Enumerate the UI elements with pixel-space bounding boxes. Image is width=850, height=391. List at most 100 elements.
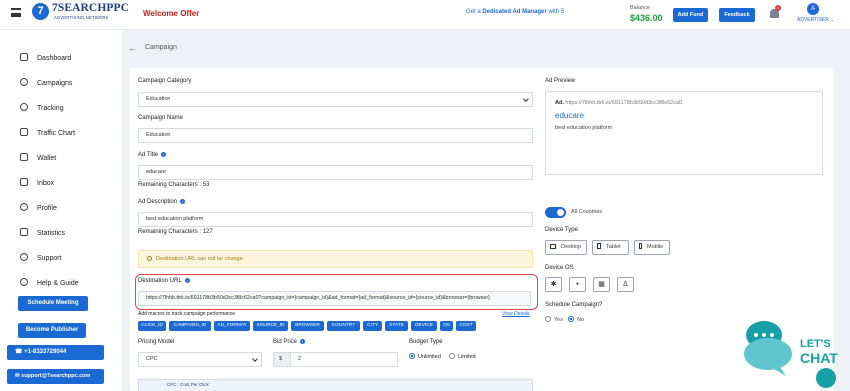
device-mobile-button[interactable]: Mobile	[634, 240, 670, 255]
campaigns-icon	[20, 78, 28, 86]
budget-type-label: Budget Type	[409, 339, 443, 345]
sidebar-item-label: Support	[37, 255, 62, 262]
sidebar-item-dashboard[interactable]: Dashboard	[20, 53, 71, 65]
become-publisher-button[interactable]: Become Publisher	[18, 323, 86, 338]
phone-number: +1-8333729044	[24, 349, 67, 355]
mobile-icon	[639, 243, 642, 249]
sidebar-item-profile[interactable]: Profile	[20, 203, 57, 215]
sidebar-item-tracking[interactable]: Tracking	[20, 103, 64, 115]
device-label: Mobile	[647, 244, 664, 250]
sidebar-item-statistics[interactable]: Statistics	[20, 228, 65, 240]
inbox-icon	[20, 178, 28, 186]
url-warning-note: Destination URL can not be change.	[138, 250, 533, 268]
macro-chip[interactable]: STATE	[385, 321, 408, 331]
linux-icon[interactable]: Δ	[617, 277, 634, 292]
macro-chip[interactable]: DEVICE	[411, 321, 437, 331]
phone-icon: ☎	[15, 349, 25, 355]
ad-title-label: Ad Title i	[138, 152, 167, 158]
campaign-category-label: Campaign Category	[138, 78, 192, 84]
email-button[interactable]: ✉ support@7searchppc.com	[7, 369, 104, 384]
sidebar-item-traffic-chart[interactable]: Traffic Chart	[20, 128, 75, 140]
feedback-button[interactable]: Feedback	[719, 8, 755, 22]
view-details-link[interactable]: View Details	[502, 311, 529, 317]
device-label: Desktop	[561, 244, 582, 250]
tablet-icon	[597, 243, 601, 249]
sidebar-item-support[interactable]: Support	[20, 253, 62, 265]
ad-preview-description: best education platform	[555, 125, 613, 131]
campaign-name-label: Campaign Name	[138, 115, 184, 121]
macro-chip[interactable]: BROWSER	[291, 321, 324, 331]
radio-selected-icon	[409, 353, 415, 359]
cpc-info-box: CPC : Cost Per Click	[138, 379, 533, 391]
macro-chip[interactable]: CLICK_ID	[138, 321, 166, 331]
budget-limited-radio[interactable]: Limited	[449, 353, 476, 360]
chevron-down-icon	[523, 96, 529, 102]
ad-title-remaining: Remaining Characters : 53	[138, 182, 210, 188]
sidebar-item-label: Dashboard	[37, 55, 72, 62]
sidebar-item-campaigns[interactable]: Campaigns	[20, 78, 72, 90]
chat-widget[interactable]: LET'S CHAT	[738, 312, 848, 391]
profile-icon	[20, 203, 28, 211]
ad-title-input[interactable]: educare	[138, 165, 533, 180]
apple-icon[interactable]: ●	[569, 277, 586, 292]
ad-title-label-text: Ad Title	[138, 152, 159, 158]
macro-chip[interactable]: COUNTRY	[327, 321, 360, 331]
device-desktop-button[interactable]: Desktop	[545, 240, 587, 255]
macro-chip[interactable]: OS	[440, 321, 453, 331]
sidebar-item-help[interactable]: Help & Guide	[20, 278, 79, 290]
user-avatar[interactable]: A	[807, 3, 819, 15]
wallet-icon	[20, 153, 28, 161]
campaign-category-select[interactable]: Education	[138, 92, 533, 107]
banner-bold: Dedicated Ad Manager	[482, 9, 547, 15]
android-icon[interactable]: ✱	[545, 277, 562, 292]
add-fund-button[interactable]: Add Fund	[673, 8, 708, 22]
schedule-campaign-label: Schedule Campaign?	[545, 302, 603, 308]
bid-price-input[interactable]: 2	[290, 352, 398, 367]
sidebar-item-wallet[interactable]: Wallet	[20, 153, 56, 165]
logo-text[interactable]: 7SEARCHPPC	[52, 2, 129, 14]
macro-chip[interactable]: COST	[456, 321, 476, 331]
destination-url-input[interactable]: https://7lhhb.ttrk.io/691178b3b50d3cc3f8…	[138, 291, 531, 306]
schedule-yes-radio[interactable]: Yes	[545, 316, 563, 323]
bid-price-label-text: Bid Price	[273, 339, 298, 345]
all-countries-toggle[interactable]	[545, 207, 566, 218]
ad-manager-banner[interactable]: Get a Dedicated Ad Manager with 5	[466, 9, 564, 15]
sidebar-item-label: Statistics	[37, 230, 66, 237]
windows-icon[interactable]: ▦	[593, 277, 610, 292]
page-title: Campaign	[145, 44, 177, 51]
destination-url-label: Destination URL i	[138, 278, 190, 284]
ad-description-label-text: Ad Description	[138, 199, 178, 205]
ad-preview-url: https://7lhhb.ttrk.io/691178b3b50d3cc3f8…	[565, 100, 683, 106]
budget-unlimited-radio[interactable]: Unlimited	[409, 353, 441, 360]
hamburger-menu-icon[interactable]	[11, 8, 21, 17]
phone-button[interactable]: ☎ +1-8333729044	[7, 345, 104, 360]
account-role-dropdown[interactable]: ADVERTISER ⌄	[797, 17, 834, 23]
device-os-label: Device OS	[545, 265, 574, 271]
device-tablet-button[interactable]: Tablet	[592, 240, 629, 255]
schedule-no-radio[interactable]: No	[568, 316, 584, 323]
macro-chip[interactable]: CITY	[363, 321, 382, 331]
ad-preview-title: educare	[555, 111, 584, 120]
macro-chip[interactable]: SOURCE_ID	[253, 321, 288, 331]
pricing-model-select[interactable]: CPC	[138, 352, 262, 367]
schedule-yes-text: Yes	[554, 317, 563, 323]
warning-icon	[147, 256, 152, 261]
sidebar-item-inbox[interactable]: Inbox	[20, 178, 54, 190]
banner-prefix: Get a	[466, 9, 483, 15]
logo-subtitle: ADVERTISING NETWORK	[54, 15, 109, 20]
desktop-icon	[550, 244, 556, 249]
back-arrow-icon[interactable]: ←	[128, 43, 137, 53]
ad-preview-label: Ad Preview	[545, 78, 576, 84]
welcome-offer-link[interactable]: Welcome Offer	[143, 9, 199, 18]
macro-chip[interactable]: AD_FORMAT	[214, 321, 250, 331]
schedule-meeting-button[interactable]: Schedule Meeting	[18, 296, 88, 311]
url-warning-text: Destination URL can not be change.	[156, 256, 245, 262]
campaign-name-input[interactable]: Education	[138, 128, 533, 143]
ad-description-input[interactable]: best education platform	[138, 212, 533, 227]
ad-description-remaining: Remaining Characters : 127	[138, 229, 213, 235]
radio-selected-icon	[568, 316, 574, 322]
sidebar-item-label: Tracking	[37, 105, 64, 112]
macro-chip[interactable]: CAMPAIGN_ID	[169, 321, 211, 331]
bid-price-label: Bid Price i	[273, 339, 306, 345]
ad-preview-url-line: Ad. https://7lhhb.ttrk.io/691178b3b50d3c…	[555, 100, 682, 106]
